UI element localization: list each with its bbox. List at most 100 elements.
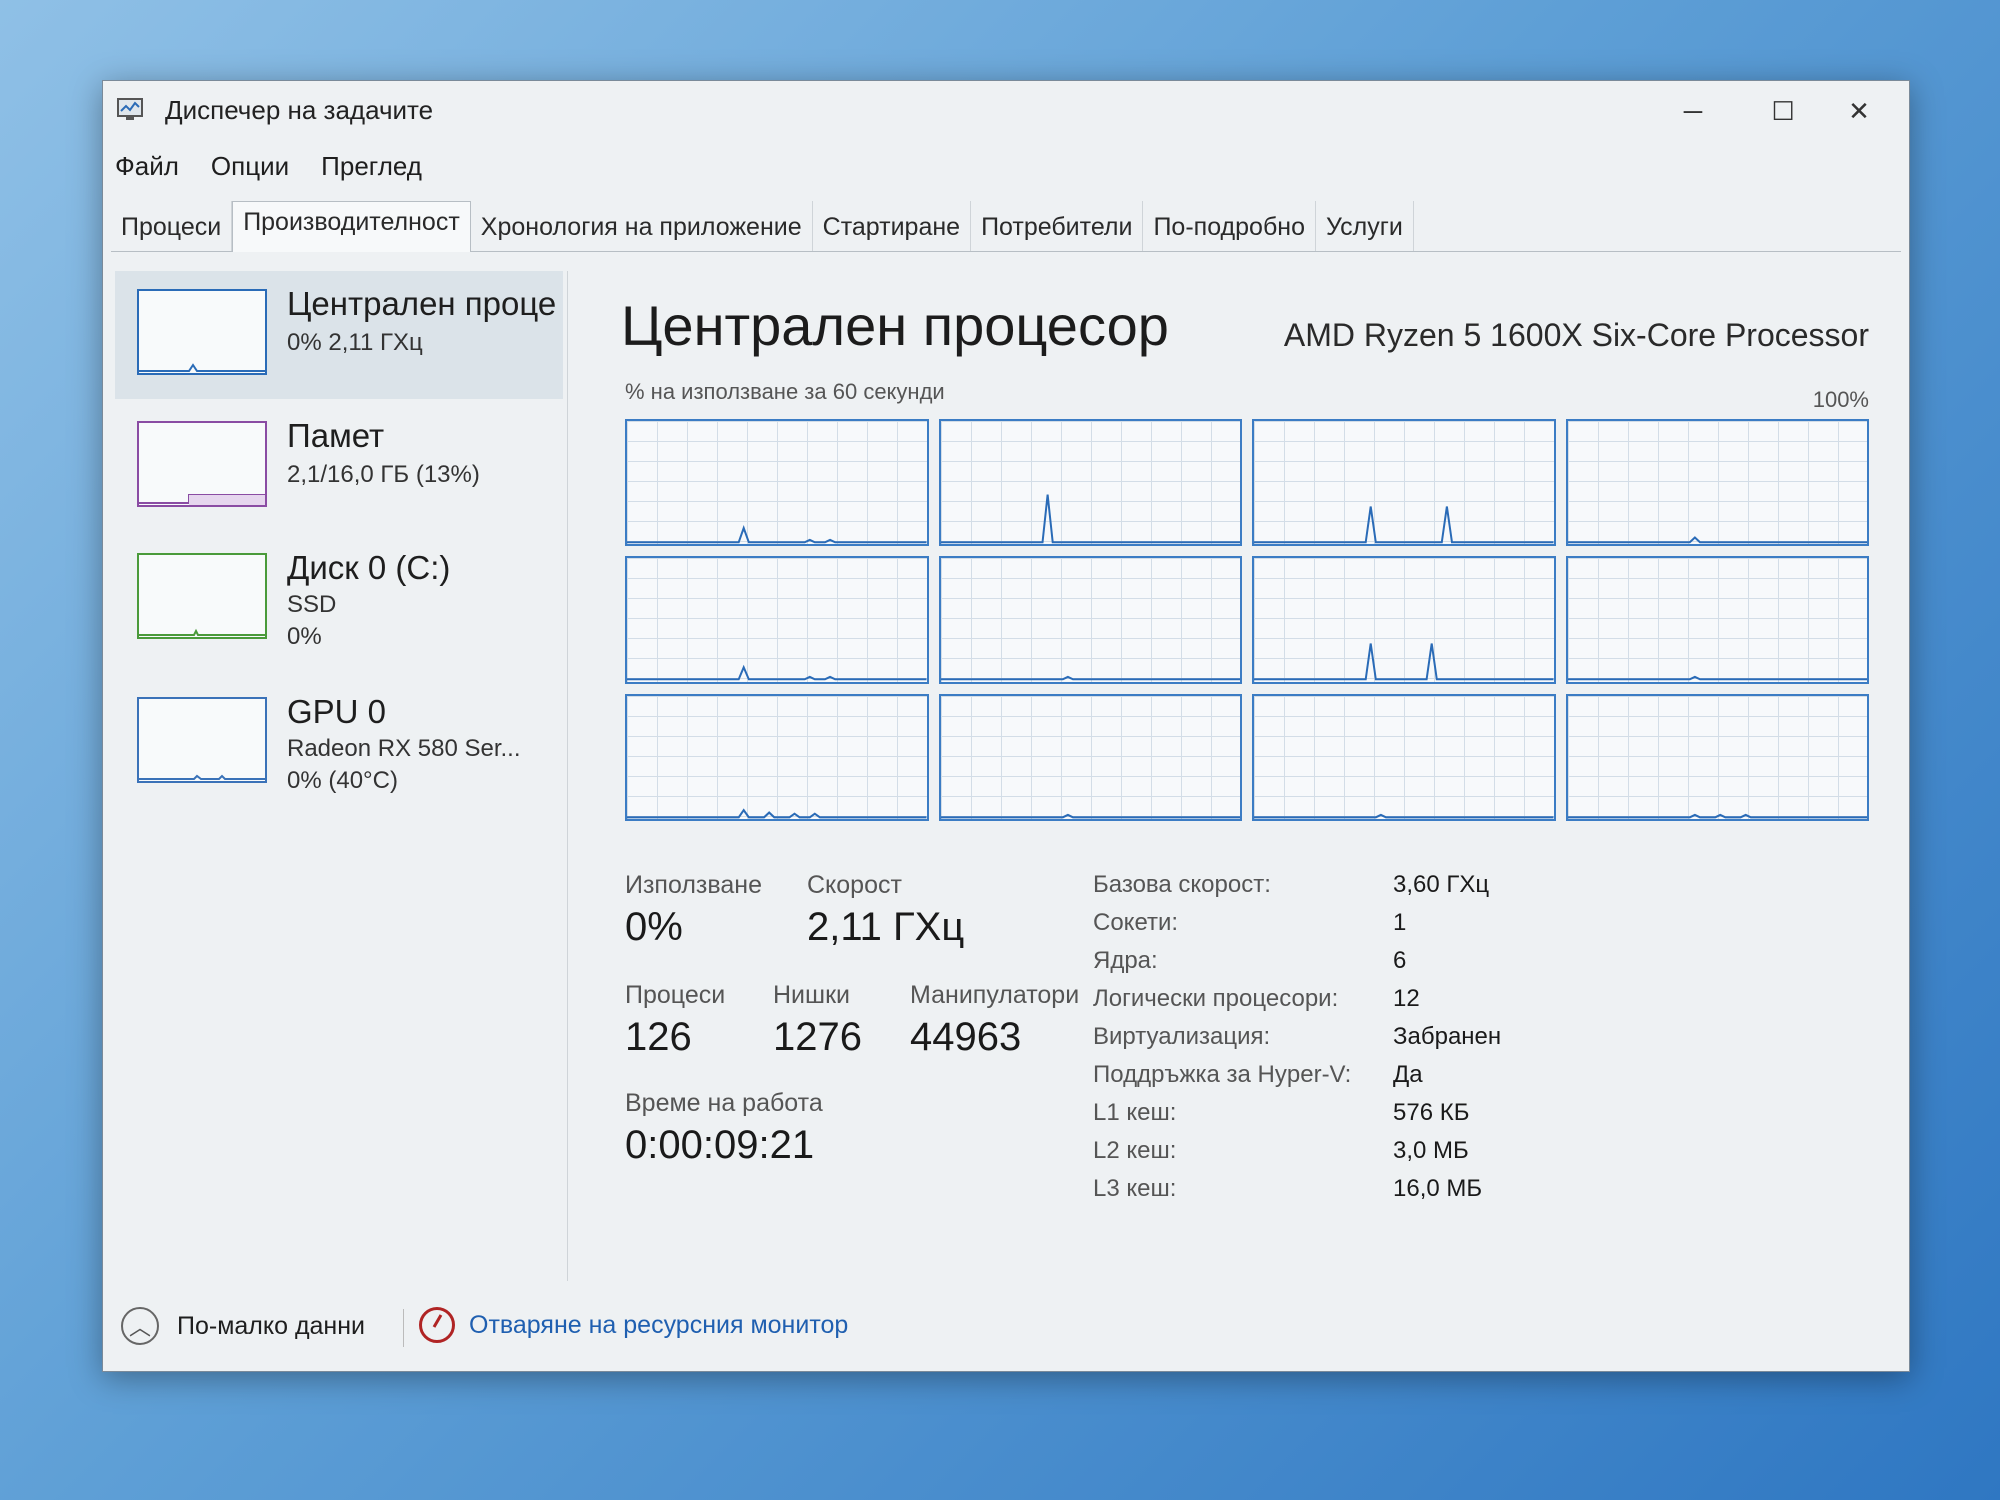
info-value: 16,0 МБ: [1393, 1175, 1483, 1202]
info-row: Виртуализация: Забранен: [1093, 1023, 1713, 1061]
memory-title: Памет: [287, 417, 385, 454]
logical-processor-graphs[interactable]: [625, 419, 1869, 821]
cpu-model-name: AMD Ryzen 5 1600X Six-Core Processor: [1283, 317, 1869, 353]
logical-processor-graph-2: [1252, 419, 1556, 547]
sidebar-item-disk[interactable]: Диск 0 (C:) SSD 0%: [115, 535, 563, 663]
core-usage-chart: [1567, 676, 1867, 681]
minimize-button[interactable]: ─: [1663, 91, 1723, 131]
disk-type: SSD: [287, 591, 337, 618]
tab-app-history[interactable]: Хронология на приложение: [471, 201, 813, 251]
close-button[interactable]: ✕: [1829, 91, 1889, 131]
handles-value: 44963: [910, 1015, 1022, 1059]
menu-file[interactable]: Файл: [115, 151, 179, 185]
uptime-value: 0:00:09:21: [625, 1123, 815, 1167]
tab-users[interactable]: Потребители: [971, 201, 1144, 251]
logical-processor-graph-11: [1565, 693, 1869, 821]
threads-label: Нишки: [773, 981, 850, 1009]
logical-processor-graph-3: [1565, 419, 1869, 547]
gpu-thumbnail-graph: [137, 697, 267, 783]
logical-processor-graph-10: [1252, 693, 1556, 821]
core-usage-chart: [940, 676, 1240, 681]
graph-caption: % на използване за 60 секунди: [625, 379, 945, 404]
info-key: Сокети:: [1093, 909, 1179, 936]
info-row: L3 кеш: 16,0 МБ: [1093, 1175, 1713, 1213]
usage-label: Използване: [625, 871, 762, 899]
open-resource-monitor-link[interactable]: Отваряне на ресурсния монитор: [419, 1307, 848, 1343]
logical-processor-graph-8: [625, 693, 929, 821]
core-usage-line: [1254, 813, 1554, 818]
footer-bar: ︿ По-малко данни Отваряне на ресурсния м…: [103, 1291, 1909, 1371]
core-usage-line: [940, 813, 1240, 818]
info-value: 576 КБ: [1393, 1099, 1470, 1126]
info-key: Базова скорост:: [1093, 871, 1271, 898]
core-usage-chart: [940, 813, 1240, 818]
task-manager-icon: [117, 98, 143, 120]
tab-details[interactable]: По-подробно: [1143, 201, 1316, 251]
core-usage-chart: [1567, 813, 1867, 818]
cpu-title: Централен проце: [287, 285, 557, 322]
fewer-details-button[interactable]: ︿ По-малко данни: [121, 1307, 365, 1345]
info-row: Ядра: 6: [1093, 947, 1713, 985]
core-usage-chart: [627, 524, 927, 544]
logical-processor-graph-6: [1252, 556, 1556, 684]
disk-thumbnail-graph: [137, 553, 267, 639]
info-key: L2 кеш:: [1093, 1137, 1177, 1164]
threads-value: 1276: [773, 1015, 862, 1059]
core-usage-chart: [1254, 643, 1554, 681]
info-value: Да: [1393, 1061, 1423, 1088]
speed-label: Скорост: [807, 871, 902, 899]
tab-services[interactable]: Услуги: [1316, 201, 1414, 251]
core-usage-chart: [627, 665, 927, 681]
title-bar[interactable]: Диспечер на задачите ─ ☐ ✕: [103, 81, 1909, 137]
info-key: Ядра:: [1093, 947, 1158, 974]
info-row: L2 кеш: 3,0 МБ: [1093, 1137, 1713, 1175]
graph-max-label: 100%: [1812, 387, 1869, 412]
core-usage-chart: [627, 807, 927, 818]
tab-startup[interactable]: Стартиране: [813, 201, 972, 251]
cpu-stats: Използване 0% Скорост 2,11 ГХц Процеси 1…: [625, 871, 1125, 1231]
info-row: L1 кеш: 576 КБ: [1093, 1099, 1713, 1137]
fewer-details-label: По-малко данни: [177, 1311, 366, 1340]
cpu-summary: 0% 2,11 ГХц: [287, 329, 423, 356]
gpu-model: Radeon RX 580 Ser...: [287, 735, 521, 762]
menu-options[interactable]: Опции: [211, 151, 289, 185]
info-value: 6: [1393, 947, 1407, 974]
logical-processor-graph-1: [938, 419, 1242, 547]
sidebar-item-gpu[interactable]: GPU 0 Radeon RX 580 Ser... 0% (40°C): [115, 679, 563, 807]
sidebar-item-cpu[interactable]: Централен проце 0% 2,11 ГХц: [115, 271, 563, 399]
memory-summary: 2,1/16,0 ГБ (13%): [287, 461, 480, 488]
logical-processor-graph-0: [625, 419, 929, 547]
info-row: Базова скорост: 3,60 ГХц: [1093, 871, 1713, 909]
disk-title: Диск 0 (C:): [287, 549, 451, 586]
processes-label: Процеси: [625, 981, 726, 1009]
maximize-button[interactable]: ☐: [1753, 91, 1813, 131]
core-usage-line: [627, 665, 927, 681]
tab-performance[interactable]: Производителност: [232, 201, 471, 252]
memory-thumbnail-graph: [137, 421, 267, 507]
cpu-detail-panel: Централен процесор AMD Ryzen 5 1600X Six…: [603, 271, 1893, 1281]
logical-processor-graph-7: [1565, 556, 1869, 684]
usage-value: 0%: [625, 905, 683, 949]
info-value: 12: [1393, 985, 1420, 1012]
info-row: Логически процесори: 12: [1093, 985, 1713, 1023]
info-key: Виртуализация:: [1093, 1023, 1271, 1050]
footer-divider: [403, 1309, 404, 1347]
logical-processor-graph-4: [625, 556, 929, 684]
core-usage-line: [1567, 676, 1867, 681]
resource-sidebar: Централен проце 0% 2,11 ГХц Памет 2,1/16…: [115, 271, 568, 1281]
tab-processes[interactable]: Процеси: [111, 201, 233, 251]
disk-usage: 0%: [287, 623, 322, 650]
menu-view[interactable]: Преглед: [321, 151, 422, 185]
resource-monitor-icon: [419, 1307, 455, 1343]
core-usage-line: [627, 807, 927, 818]
logical-processor-graph-9: [938, 693, 1242, 821]
page-title: Централен процесор: [621, 294, 1169, 357]
info-key: Логически процесори:: [1093, 985, 1339, 1012]
handles-label: Манипулатори: [910, 981, 1080, 1009]
core-usage-line: [940, 676, 1240, 681]
info-key: L1 кеш:: [1093, 1099, 1177, 1126]
info-value: Забранен: [1393, 1023, 1502, 1050]
sidebar-item-memory[interactable]: Памет 2,1/16,0 ГБ (13%): [115, 403, 563, 531]
uptime-label: Време на работа: [625, 1089, 823, 1117]
info-row: Сокети: 1: [1093, 909, 1713, 947]
